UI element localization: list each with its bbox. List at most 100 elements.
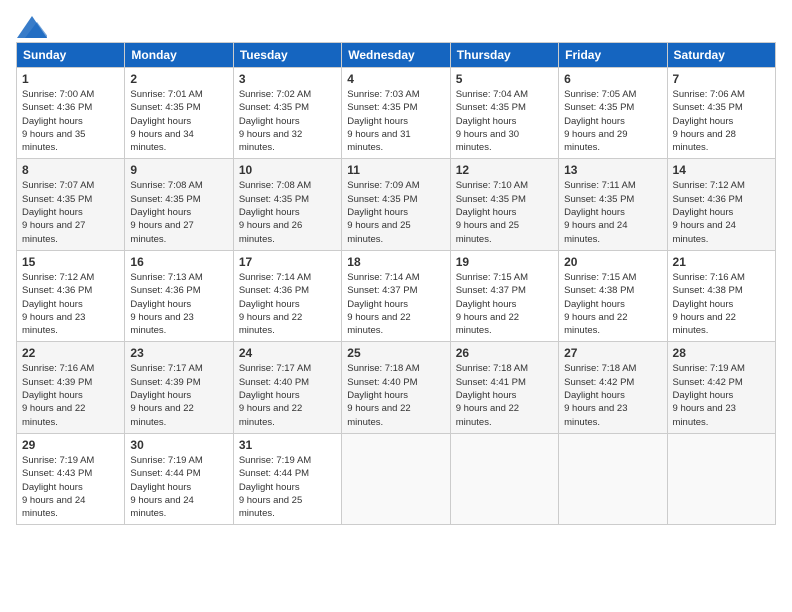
calendar-week-row: 8 Sunrise: 7:07 AM Sunset: 4:35 PM Dayli…	[17, 159, 776, 250]
day-number: 28	[673, 346, 770, 360]
daylight-duration: 9 hours and 35 minutes.	[22, 129, 85, 153]
sunset-label: Sunset: 4:35 PM	[456, 194, 526, 205]
daylight-label: Daylight hours	[456, 390, 517, 401]
calendar-day-cell: 16 Sunrise: 7:13 AM Sunset: 4:36 PM Dayl…	[125, 250, 233, 341]
calendar-day-cell: 25 Sunrise: 7:18 AM Sunset: 4:40 PM Dayl…	[342, 342, 450, 433]
daylight-duration: 9 hours and 25 minutes.	[347, 220, 410, 244]
sunset-label: Sunset: 4:35 PM	[347, 102, 417, 113]
daylight-label: Daylight hours	[456, 207, 517, 218]
day-number: 24	[239, 346, 336, 360]
sunrise-label: Sunrise: 7:07 AM	[22, 180, 94, 191]
day-number: 29	[22, 438, 119, 452]
calendar-day-cell: 10 Sunrise: 7:08 AM Sunset: 4:35 PM Dayl…	[233, 159, 341, 250]
calendar-day-cell: 12 Sunrise: 7:10 AM Sunset: 4:35 PM Dayl…	[450, 159, 558, 250]
sunset-label: Sunset: 4:36 PM	[130, 285, 200, 296]
day-info: Sunrise: 7:09 AM Sunset: 4:35 PM Dayligh…	[347, 179, 444, 245]
weekday-header: Thursday	[450, 43, 558, 68]
calendar-day-cell: 9 Sunrise: 7:08 AM Sunset: 4:35 PM Dayli…	[125, 159, 233, 250]
day-number: 11	[347, 163, 444, 177]
calendar-day-cell: 15 Sunrise: 7:12 AM Sunset: 4:36 PM Dayl…	[17, 250, 125, 341]
day-number: 27	[564, 346, 661, 360]
day-info: Sunrise: 7:14 AM Sunset: 4:36 PM Dayligh…	[239, 271, 336, 337]
calendar-day-cell: 1 Sunrise: 7:00 AM Sunset: 4:36 PM Dayli…	[17, 68, 125, 159]
day-number: 1	[22, 72, 119, 86]
daylight-label: Daylight hours	[130, 390, 191, 401]
calendar-day-cell: 31 Sunrise: 7:19 AM Sunset: 4:44 PM Dayl…	[233, 433, 341, 524]
sunrise-label: Sunrise: 7:19 AM	[239, 455, 311, 466]
sunset-label: Sunset: 4:35 PM	[673, 102, 743, 113]
daylight-duration: 9 hours and 25 minutes.	[239, 495, 302, 519]
day-info: Sunrise: 7:12 AM Sunset: 4:36 PM Dayligh…	[673, 179, 770, 245]
sunrise-label: Sunrise: 7:16 AM	[673, 272, 745, 283]
sunrise-label: Sunrise: 7:18 AM	[456, 363, 528, 374]
daylight-label: Daylight hours	[22, 482, 83, 493]
calendar-day-cell: 30 Sunrise: 7:19 AM Sunset: 4:44 PM Dayl…	[125, 433, 233, 524]
daylight-label: Daylight hours	[564, 390, 625, 401]
daylight-label: Daylight hours	[673, 207, 734, 218]
calendar-day-cell: 7 Sunrise: 7:06 AM Sunset: 4:35 PM Dayli…	[667, 68, 775, 159]
sunrise-label: Sunrise: 7:12 AM	[673, 180, 745, 191]
daylight-duration: 9 hours and 22 minutes.	[456, 312, 519, 336]
day-info: Sunrise: 7:18 AM Sunset: 4:42 PM Dayligh…	[564, 362, 661, 428]
daylight-duration: 9 hours and 24 minutes.	[673, 220, 736, 244]
day-info: Sunrise: 7:02 AM Sunset: 4:35 PM Dayligh…	[239, 88, 336, 154]
daylight-duration: 9 hours and 25 minutes.	[456, 220, 519, 244]
calendar-day-cell	[342, 433, 450, 524]
day-number: 17	[239, 255, 336, 269]
sunset-label: Sunset: 4:35 PM	[239, 194, 309, 205]
daylight-label: Daylight hours	[239, 299, 300, 310]
calendar-day-cell: 28 Sunrise: 7:19 AM Sunset: 4:42 PM Dayl…	[667, 342, 775, 433]
day-info: Sunrise: 7:15 AM Sunset: 4:38 PM Dayligh…	[564, 271, 661, 337]
sunrise-label: Sunrise: 7:15 AM	[456, 272, 528, 283]
calendar-day-cell: 22 Sunrise: 7:16 AM Sunset: 4:39 PM Dayl…	[17, 342, 125, 433]
day-number: 22	[22, 346, 119, 360]
day-info: Sunrise: 7:19 AM Sunset: 4:44 PM Dayligh…	[239, 454, 336, 520]
day-number: 12	[456, 163, 553, 177]
day-number: 31	[239, 438, 336, 452]
sunset-label: Sunset: 4:40 PM	[239, 377, 309, 388]
daylight-duration: 9 hours and 24 minutes.	[564, 220, 627, 244]
daylight-duration: 9 hours and 22 minutes.	[673, 312, 736, 336]
day-number: 26	[456, 346, 553, 360]
day-number: 6	[564, 72, 661, 86]
sunset-label: Sunset: 4:42 PM	[564, 377, 634, 388]
calendar-day-cell: 20 Sunrise: 7:15 AM Sunset: 4:38 PM Dayl…	[559, 250, 667, 341]
sunrise-label: Sunrise: 7:19 AM	[130, 455, 202, 466]
sunset-label: Sunset: 4:35 PM	[22, 194, 92, 205]
day-info: Sunrise: 7:19 AM Sunset: 4:42 PM Dayligh…	[673, 362, 770, 428]
calendar-day-cell: 23 Sunrise: 7:17 AM Sunset: 4:39 PM Dayl…	[125, 342, 233, 433]
calendar-day-cell: 5 Sunrise: 7:04 AM Sunset: 4:35 PM Dayli…	[450, 68, 558, 159]
daylight-label: Daylight hours	[347, 299, 408, 310]
day-info: Sunrise: 7:04 AM Sunset: 4:35 PM Dayligh…	[456, 88, 553, 154]
sunset-label: Sunset: 4:36 PM	[22, 285, 92, 296]
sunset-label: Sunset: 4:40 PM	[347, 377, 417, 388]
sunset-label: Sunset: 4:35 PM	[347, 194, 417, 205]
day-number: 3	[239, 72, 336, 86]
daylight-duration: 9 hours and 22 minutes.	[239, 312, 302, 336]
day-number: 18	[347, 255, 444, 269]
weekday-header: Monday	[125, 43, 233, 68]
day-info: Sunrise: 7:18 AM Sunset: 4:41 PM Dayligh…	[456, 362, 553, 428]
daylight-label: Daylight hours	[347, 116, 408, 127]
sunrise-label: Sunrise: 7:11 AM	[564, 180, 636, 191]
day-info: Sunrise: 7:17 AM Sunset: 4:39 PM Dayligh…	[130, 362, 227, 428]
calendar-week-row: 15 Sunrise: 7:12 AM Sunset: 4:36 PM Dayl…	[17, 250, 776, 341]
daylight-label: Daylight hours	[456, 299, 517, 310]
calendar-day-cell: 11 Sunrise: 7:09 AM Sunset: 4:35 PM Dayl…	[342, 159, 450, 250]
day-info: Sunrise: 7:05 AM Sunset: 4:35 PM Dayligh…	[564, 88, 661, 154]
sunrise-label: Sunrise: 7:08 AM	[239, 180, 311, 191]
day-info: Sunrise: 7:08 AM Sunset: 4:35 PM Dayligh…	[239, 179, 336, 245]
sunrise-label: Sunrise: 7:19 AM	[673, 363, 745, 374]
calendar-day-cell: 29 Sunrise: 7:19 AM Sunset: 4:43 PM Dayl…	[17, 433, 125, 524]
sunrise-label: Sunrise: 7:04 AM	[456, 89, 528, 100]
sunrise-label: Sunrise: 7:14 AM	[239, 272, 311, 283]
sunset-label: Sunset: 4:44 PM	[239, 468, 309, 479]
daylight-duration: 9 hours and 23 minutes.	[22, 312, 85, 336]
day-info: Sunrise: 7:01 AM Sunset: 4:35 PM Dayligh…	[130, 88, 227, 154]
daylight-label: Daylight hours	[130, 482, 191, 493]
sunset-label: Sunset: 4:37 PM	[347, 285, 417, 296]
day-info: Sunrise: 7:03 AM Sunset: 4:35 PM Dayligh…	[347, 88, 444, 154]
day-number: 15	[22, 255, 119, 269]
calendar-day-cell: 18 Sunrise: 7:14 AM Sunset: 4:37 PM Dayl…	[342, 250, 450, 341]
calendar-table: SundayMondayTuesdayWednesdayThursdayFrid…	[16, 42, 776, 525]
